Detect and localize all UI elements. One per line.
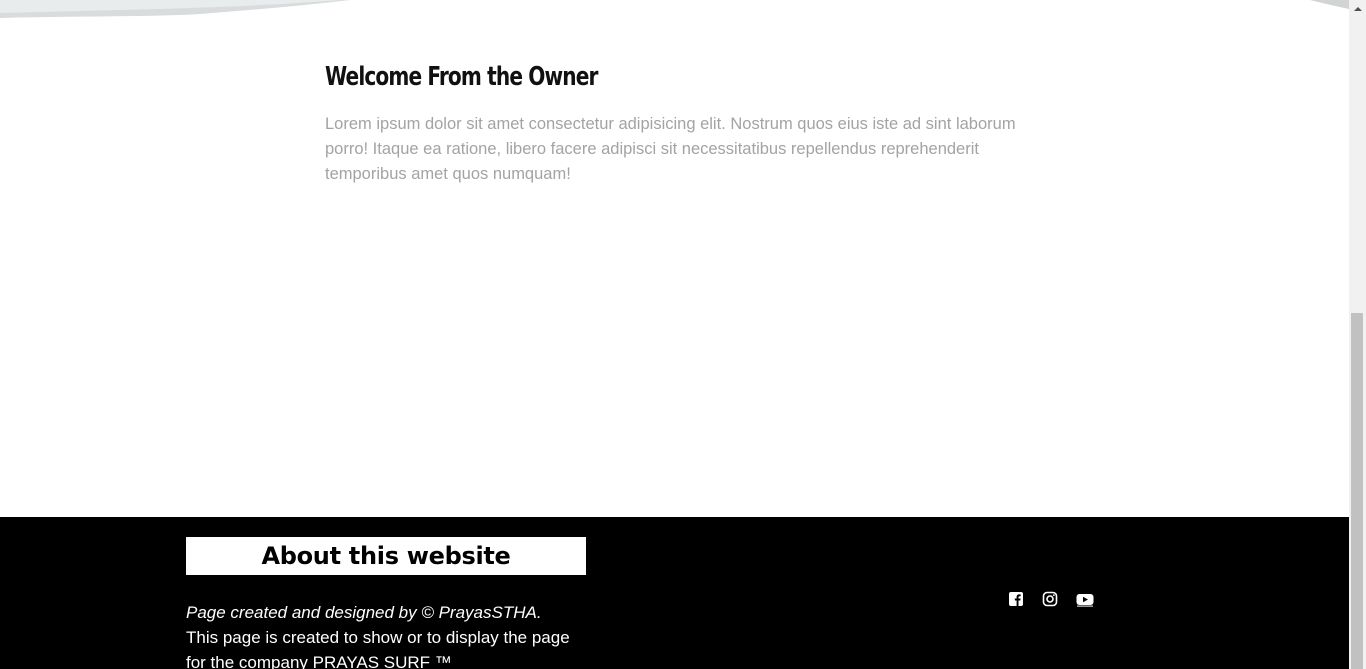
- youtube-icon[interactable]: [1076, 591, 1094, 607]
- welcome-title: Welcome From the Owner: [325, 62, 598, 92]
- vertical-scrollbar[interactable]: [1349, 0, 1366, 669]
- page: Welcome From the Owner Lorem ipsum dolor…: [0, 0, 1349, 669]
- about-title-box: About this website: [186, 537, 586, 575]
- social-links: [1008, 591, 1094, 607]
- instagram-icon[interactable]: [1042, 591, 1058, 607]
- scrollbar-thumb[interactable]: [1351, 313, 1363, 669]
- site-footer: About this website Page created and desi…: [0, 517, 1349, 669]
- welcome-body: Lorem ipsum dolor sit amet consectetur a…: [325, 115, 1016, 183]
- facebook-icon[interactable]: [1008, 591, 1024, 607]
- about-description: This page is created to show or to displ…: [186, 628, 570, 669]
- hero-image-bottom-edge: [0, 0, 1349, 18]
- about-title: About this website: [261, 542, 511, 570]
- about-text: Page created and designed by © PrayasSTH…: [186, 600, 586, 669]
- welcome-section: Welcome From the Owner Lorem ipsum dolor…: [325, 62, 1025, 187]
- scroll-up-arrow-icon[interactable]: [1349, 0, 1366, 17]
- credit-text: Page created and designed by © PrayasSTH…: [186, 603, 542, 622]
